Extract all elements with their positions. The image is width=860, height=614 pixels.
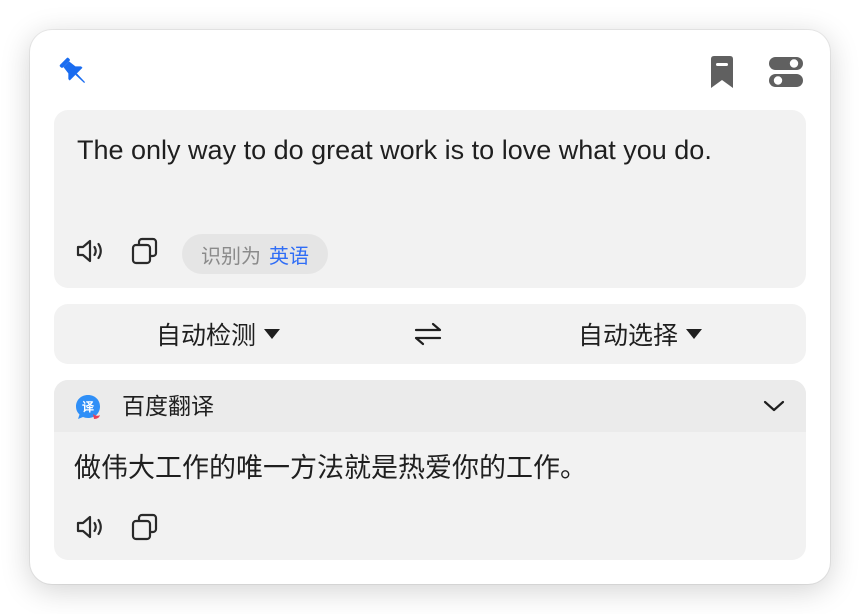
detected-language: 英语: [269, 245, 309, 268]
target-language-select[interactable]: 自动选择: [578, 304, 703, 364]
copy-icon[interactable]: [128, 510, 162, 544]
pin-icon[interactable]: [54, 52, 94, 92]
logo-glyph: 译: [82, 400, 95, 414]
target-language-label: 自动选择: [578, 322, 679, 350]
baidu-translate-logo: 译: [74, 393, 102, 421]
result-header[interactable]: 译 百度翻译: [54, 380, 806, 432]
translator-window: The only way to do great work is to love…: [30, 30, 830, 584]
swap-arrows-icon[interactable]: [410, 316, 446, 352]
speaker-icon[interactable]: [74, 510, 108, 544]
caret-down-icon: [264, 329, 281, 339]
language-bar: 自动检测 自动选择: [54, 304, 806, 364]
detected-language-badge[interactable]: 识别为 英语: [182, 234, 328, 274]
translation-text[interactable]: 做伟大工作的唯一方法就是热爱你的工作。: [74, 448, 587, 488]
detected-prefix: 识别为: [201, 245, 261, 268]
source-panel: The only way to do great work is to love…: [54, 110, 806, 288]
caret-down-icon: [686, 329, 703, 339]
result-panel: 译 百度翻译 做伟大工作的唯一方法就是热爱你的工作。: [54, 380, 806, 560]
copy-icon[interactable]: [128, 234, 162, 268]
chevron-down-icon[interactable]: [760, 392, 788, 420]
bookmark-icon[interactable]: [704, 52, 740, 92]
source-text[interactable]: The only way to do great work is to love…: [77, 130, 786, 170]
source-language-label: 自动检测: [156, 322, 257, 350]
source-language-select[interactable]: 自动检测: [156, 304, 281, 364]
speaker-icon[interactable]: [74, 234, 108, 268]
toggle-settings-icon[interactable]: [766, 52, 806, 92]
engine-name: 百度翻译: [122, 393, 214, 419]
